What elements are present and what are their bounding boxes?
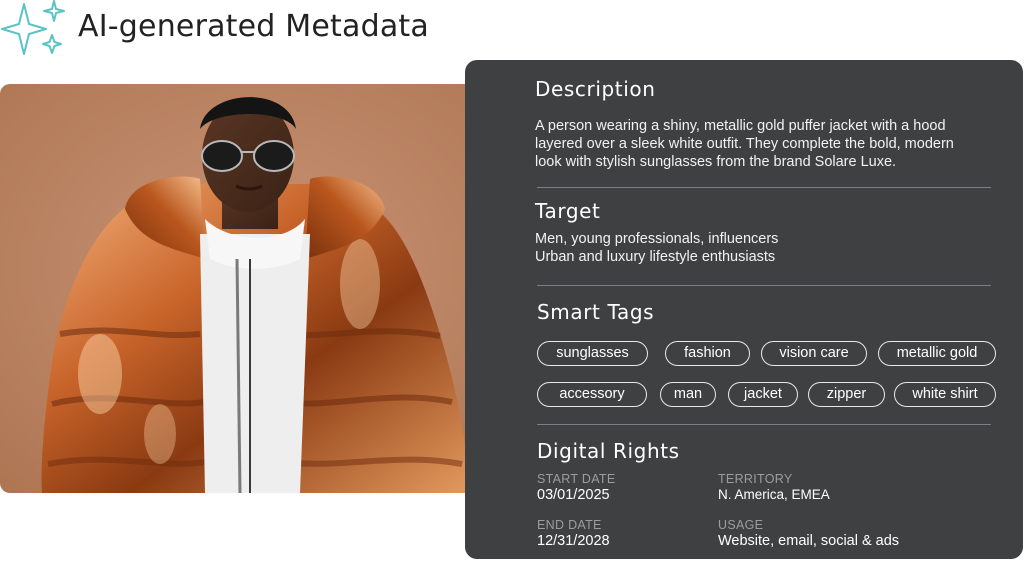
page-title: AI-generated Metadata (78, 9, 429, 44)
territory-value: N. America, EMEA (718, 487, 830, 502)
description-line: layered over a sleek white outfit. They … (535, 136, 954, 152)
target-line: Men, young professionals, influencers (535, 231, 779, 247)
sparkles-icon (1, 0, 65, 55)
tag-zipper[interactable]: zipper (808, 382, 885, 407)
target-heading: Target (535, 199, 601, 223)
usage-label: USAGE (718, 518, 764, 532)
description-line: A person wearing a shiny, metallic gold … (535, 118, 946, 134)
product-photo (0, 84, 512, 493)
usage-value: Website, email, social & ads (718, 533, 900, 549)
target-line: Urban and luxury lifestyle enthusiasts (535, 249, 776, 265)
digital-rights-heading: Digital Rights (537, 439, 680, 463)
metadata-panel: Description A person wearing a shiny, me… (465, 60, 1023, 559)
tag-metallic-gold[interactable]: metallic gold (878, 341, 996, 366)
target-text: Men, young professionals, influencers Ur… (535, 230, 1005, 266)
tag-accessory[interactable]: accessory (537, 382, 647, 407)
tag-sunglasses[interactable]: sunglasses (537, 341, 648, 366)
end-date-label: END DATE (537, 518, 602, 532)
end-date-value: 12/31/2028 (537, 533, 610, 549)
description-text: A person wearing a shiny, metallic gold … (535, 117, 1005, 171)
description-line: look with stylish sunglasses from the br… (535, 154, 897, 170)
tag-vision-care[interactable]: vision care (761, 341, 867, 366)
territory-label: TERRITORY (718, 472, 793, 486)
start-date-label: START DATE (537, 472, 616, 486)
description-heading: Description (535, 77, 656, 101)
tag-white-shirt[interactable]: white shirt (894, 382, 996, 407)
divider (537, 424, 991, 425)
start-date-value: 03/01/2025 (537, 487, 610, 503)
tag-jacket[interactable]: jacket (728, 382, 798, 407)
divider (537, 187, 991, 188)
smart-tags-heading: Smart Tags (537, 300, 655, 324)
divider (537, 285, 991, 286)
tag-man[interactable]: man (660, 382, 716, 407)
tag-fashion[interactable]: fashion (665, 341, 750, 366)
